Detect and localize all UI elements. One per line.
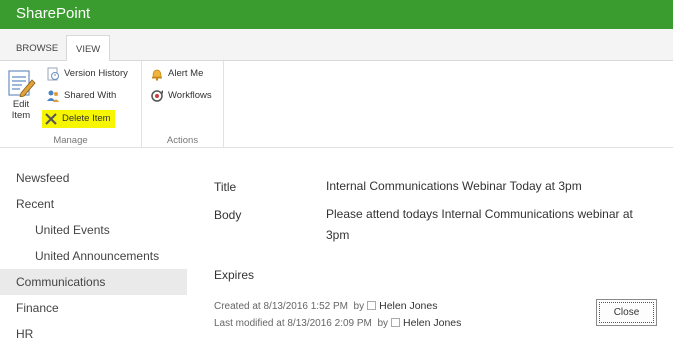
modified-user-link[interactable]: Helen Jones [403, 317, 461, 329]
nav-item-finance[interactable]: Finance [0, 295, 187, 321]
nav-item-communications[interactable]: Communications [0, 269, 187, 295]
field-value: Internal Communications Webinar Today at… [326, 179, 582, 193]
tab-browse[interactable]: BROWSE [7, 35, 67, 62]
edit-item-label-line2: Item [11, 110, 31, 121]
shared-with-label: Shared With [64, 90, 117, 101]
edit-item-label-line1: Edit [12, 99, 30, 110]
created-user-link[interactable]: Helen Jones [379, 300, 437, 312]
edit-item-button[interactable]: Edit Item [4, 69, 38, 121]
delete-item-label: Delete Item [62, 113, 111, 124]
close-button[interactable]: Close [596, 299, 657, 326]
shared-with-button[interactable]: Shared With [46, 87, 116, 105]
brand-title[interactable]: SharePoint [16, 5, 90, 22]
presence-icon [367, 301, 377, 310]
field-value: Please attend todays Internal Communicat… [326, 207, 633, 242]
version-history-button[interactable]: Version History [46, 65, 128, 83]
nav-item-hr[interactable]: HR [0, 321, 187, 346]
actions-group: Alert Me Workflows Actions [142, 61, 224, 148]
left-navigation: Newsfeed Recent United Events United Ann… [0, 165, 187, 346]
modified-by: by [377, 318, 389, 329]
created-text: Created at 8/13/2016 1:52 PM [214, 301, 348, 312]
manage-group-label: Manage [53, 135, 88, 146]
version-history-icon [47, 67, 59, 81]
alert-me-label: Alert Me [168, 68, 204, 79]
nav-item-newsfeed[interactable]: Newsfeed [0, 165, 187, 191]
actions-group-label: Actions [166, 135, 199, 146]
bell-icon [152, 69, 162, 81]
field-label: Body [214, 208, 242, 222]
nav-item-united-announcements[interactable]: United Announcements [0, 243, 187, 269]
workflows-button[interactable]: Workflows [150, 87, 212, 105]
created-by: by [353, 301, 365, 312]
version-history-label: Version History [64, 68, 128, 79]
workflows-label: Workflows [168, 90, 212, 101]
manage-group: Edit Item Version History Shared With De… [0, 61, 142, 148]
shared-with-icon [47, 90, 59, 102]
workflows-icon [151, 90, 163, 102]
nav-item-recent[interactable]: Recent [0, 191, 187, 217]
modified-text: Last modified at 8/13/2016 2:09 PM [214, 318, 372, 329]
delete-x-icon [45, 113, 57, 125]
ribbon-tabs: BROWSE VIEW [0, 29, 673, 62]
presence-icon [391, 318, 401, 327]
tab-view[interactable]: VIEW [66, 35, 111, 62]
ribbon: Edit Item Version History Shared With De… [0, 61, 673, 148]
modified-info: Last modified at 8/13/2016 2:09 PM by Hel… [214, 317, 461, 329]
field-label: Title [214, 180, 237, 194]
suite-bar: SharePoint [0, 0, 673, 29]
edit-item-icon [8, 70, 36, 97]
alert-me-button[interactable]: Alert Me [150, 65, 203, 83]
delete-item-button[interactable]: Delete Item [42, 110, 115, 128]
nav-item-united-events[interactable]: United Events [0, 217, 187, 243]
field-label: Expires [214, 268, 255, 282]
created-info: Created at 8/13/2016 1:52 PM by Helen Jon… [214, 300, 437, 312]
